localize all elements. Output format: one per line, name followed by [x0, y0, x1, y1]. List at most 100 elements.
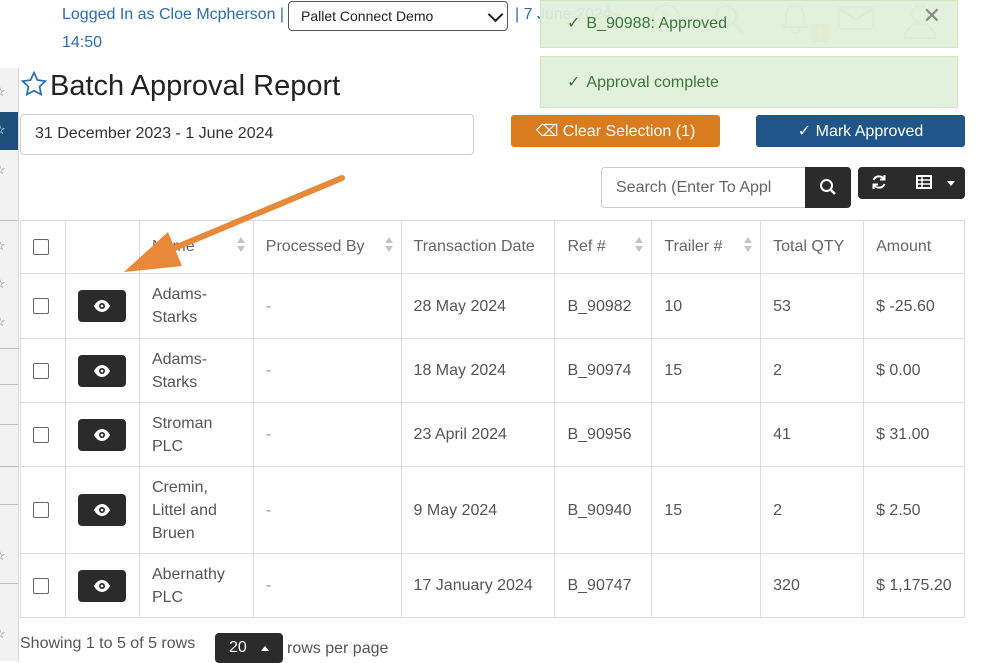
toast-text: Approval complete [586, 74, 719, 91]
sidebar-item[interactable]: ☆ [0, 538, 18, 576]
toast-text: B_90988: Approved [586, 15, 727, 32]
table-row[interactable]: Adams-Starks - 28 May 2024 B_90982 10 53… [20, 273, 965, 339]
cell-ref: B_90974 [554, 338, 653, 403]
cell-date: 28 May 2024 [400, 273, 556, 339]
column-header-ref[interactable]: Ref # [554, 220, 653, 274]
cell-date: 23 April 2024 [400, 402, 556, 467]
row-checkbox[interactable] [33, 298, 49, 315]
cell-qty: 41 [760, 402, 865, 467]
star-icon: ☆ [0, 626, 6, 642]
sidebar-item[interactable]: ☆ [0, 266, 18, 304]
eye-icon [93, 504, 110, 516]
cell-ref: B_90982 [554, 273, 653, 339]
sort-icon [236, 237, 245, 255]
table-row[interactable]: Cremin, Littel and Bruen - 9 May 2024 B_… [20, 466, 965, 554]
caret-up-icon [261, 646, 269, 651]
sidebar-item[interactable]: ☆ [0, 152, 18, 190]
close-icon[interactable]: ✕ [923, 3, 941, 29]
clear-selection-button[interactable]: ⌫ Clear Selection (1) [511, 115, 720, 147]
cell-qty: 2 [760, 466, 865, 554]
header-label: Name [151, 238, 195, 255]
cell-date: 17 January 2024 [400, 553, 556, 618]
row-checkbox[interactable] [33, 426, 49, 443]
header-label: Amount [876, 238, 932, 255]
sidebar-item-active[interactable]: ☆ [0, 112, 18, 150]
sidebar-item[interactable]: ☆ [0, 616, 18, 654]
check-icon: ✓ [567, 74, 581, 91]
row-checkbox[interactable] [33, 577, 49, 594]
header-label: Trailer # [664, 238, 723, 255]
eye-icon [93, 579, 110, 592]
mark-approved-button[interactable]: ✓ Mark Approved [756, 115, 965, 147]
select-all-checkbox[interactable] [33, 238, 49, 255]
sidebar-item[interactable]: ☆ [0, 228, 18, 266]
cell-qty: 2 [760, 338, 865, 403]
star-icon: ☆ [0, 314, 6, 330]
caret-down-icon[interactable] [947, 181, 955, 186]
favorite-star-icon[interactable] [20, 70, 48, 98]
column-header-processed-by[interactable]: Processed By [252, 220, 402, 274]
cell-amount: $ 31.00 [863, 402, 965, 467]
eye-icon [93, 300, 110, 312]
cell-name: Stroman PLC [138, 402, 254, 467]
view-button[interactable] [77, 569, 126, 602]
columns-icon[interactable] [916, 175, 932, 189]
view-header [64, 220, 140, 274]
sidebar-item[interactable]: ☆ [0, 304, 18, 342]
company-select[interactable]: Pallet Connect Demo [288, 1, 508, 31]
eye-icon [93, 428, 110, 441]
header-label: Ref # [567, 238, 606, 255]
search-input[interactable]: Search (Enter To Appl [601, 167, 805, 208]
cell-name: Abernathy PLC [138, 553, 254, 618]
sort-icon [744, 237, 753, 255]
cell-qty: 53 [760, 273, 865, 339]
date-range-picker[interactable]: 31 December 2023 - 1 June 2024 [20, 114, 474, 155]
table-row[interactable]: Stroman PLC - 23 April 2024 B_90956 41 $… [20, 402, 965, 467]
toast-complete: ✓ Approval complete [540, 56, 958, 108]
page-title-text: Batch Approval Report [50, 70, 341, 102]
mark-approved-label: Mark Approved [815, 123, 924, 140]
divider [0, 424, 18, 425]
cell-qty: 320 [760, 553, 865, 618]
page-size-value: 20 [229, 639, 247, 656]
view-button[interactable] [77, 290, 126, 322]
cell-processed-by: - [252, 338, 402, 403]
row-checkbox[interactable] [33, 502, 49, 519]
view-button[interactable] [77, 494, 126, 526]
view-button[interactable] [77, 354, 126, 387]
eye-icon [93, 364, 110, 377]
star-icon: ☆ [0, 548, 6, 564]
logged-in-text: Logged In as Cloe Mcpherson | [62, 6, 285, 23]
sidebar-item[interactable]: ☆ [0, 74, 18, 112]
cell-amount: $ 0.00 [863, 338, 965, 403]
header-label: Total QTY [773, 238, 845, 255]
divider [0, 504, 18, 505]
view-button[interactable] [77, 418, 126, 451]
search-button[interactable] [805, 167, 851, 208]
table-tools [858, 167, 965, 199]
cell-name: Adams-Starks [138, 273, 254, 339]
search-icon [820, 179, 836, 195]
row-checkbox[interactable] [33, 362, 49, 379]
company-select-value: Pallet Connect Demo [301, 8, 434, 24]
table-row[interactable]: Adams-Starks - 18 May 2024 B_90974 15 2 … [20, 338, 965, 403]
page-size-dropdown[interactable]: 20 [215, 633, 283, 663]
column-header-trailer[interactable]: Trailer # [651, 220, 762, 274]
column-header-total-qty[interactable]: Total QTY [760, 220, 865, 274]
header-label: Transaction Date [413, 238, 535, 255]
refresh-icon[interactable] [870, 173, 888, 191]
column-header-name[interactable]: Name [138, 220, 254, 274]
cell-processed-by: - [252, 466, 402, 554]
column-header-transaction-date[interactable]: Transaction Date [400, 220, 556, 274]
column-header-amount[interactable]: Amount [863, 220, 965, 274]
cell-trailer: 15 [651, 466, 762, 554]
check-icon: ✓ [797, 123, 812, 140]
cell-trailer [651, 553, 762, 618]
cell-processed-by: - [252, 402, 402, 467]
table-row[interactable]: Abernathy PLC - 17 January 2024 B_90747 … [20, 553, 965, 618]
cell-ref: B_90956 [554, 402, 653, 467]
divider [0, 466, 18, 467]
cell-amount: $ 2.50 [863, 466, 965, 554]
cell-date: 18 May 2024 [400, 338, 556, 403]
batch-table: Name Processed By Transaction Date Ref #… [20, 220, 965, 618]
